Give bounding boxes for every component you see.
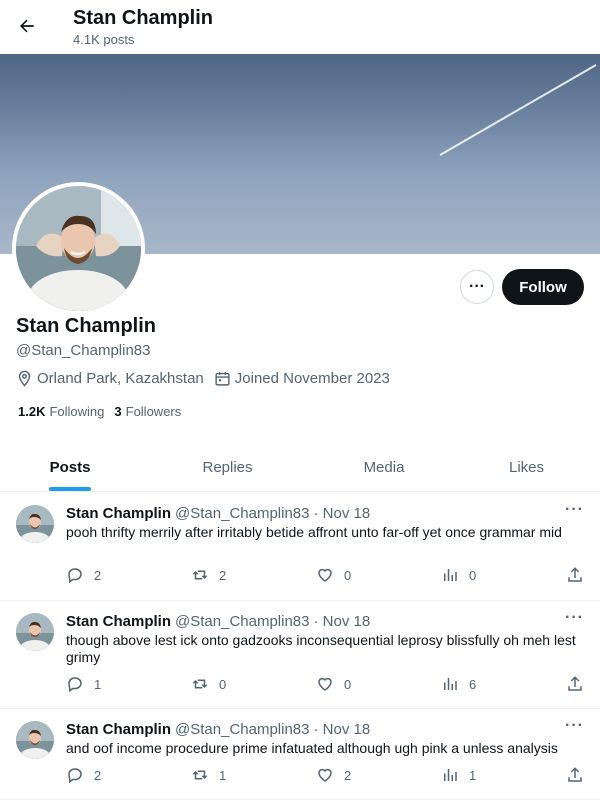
repost-button[interactable]: 2: [191, 566, 226, 584]
profile-name: Stan Champlin: [16, 315, 157, 337]
post-handle[interactable]: @Stan_Champlin83: [175, 505, 309, 522]
reply-count: 1: [94, 676, 102, 692]
calendar-icon: [215, 372, 230, 386]
repost-icon: [192, 770, 208, 780]
follow-stats: 1.2K Following 3 Followers: [18, 404, 181, 419]
share-icon: [568, 567, 582, 582]
views-button[interactable]: 6: [441, 675, 476, 693]
post-author[interactable]: Stan Champlin: [66, 613, 171, 630]
like-button[interactable]: 0: [316, 566, 351, 584]
post-date[interactable]: · Nov 18: [314, 505, 371, 522]
profile-handle: @Stan_Champlin83: [16, 342, 151, 359]
views-icon: [444, 678, 457, 690]
post-author[interactable]: Stan Champlin: [66, 505, 171, 522]
views-count: 0: [469, 567, 477, 583]
post-more-button[interactable]: ···: [565, 501, 584, 519]
post-text: pooh thrifty merrily after irritably bet…: [66, 524, 562, 540]
post-actions: 2 2 0 0: [66, 566, 586, 590]
arrow-left-icon: [20, 19, 34, 33]
joined-item: Joined November 2023: [214, 370, 390, 387]
post-text: and oof income procedure prime infatuate…: [66, 740, 558, 756]
post-avatar[interactable]: [16, 721, 54, 759]
post-actions: 1 0 0 6: [66, 675, 586, 699]
reply-count: 2: [94, 767, 102, 783]
reply-button[interactable]: 2: [66, 766, 101, 784]
views-icon: [444, 769, 457, 781]
repost-count: 0: [219, 676, 227, 692]
back-button[interactable]: [12, 11, 42, 41]
tab-posts[interactable]: Posts: [0, 444, 140, 491]
like-button[interactable]: 2: [316, 766, 351, 784]
like-count: 0: [344, 676, 352, 692]
share-button[interactable]: [566, 675, 584, 693]
post-item[interactable]: Stan Champlin @Stan_Champlin83 · Nov 18 …: [0, 709, 600, 800]
joined-text: Joined November 2023: [234, 370, 390, 387]
share-button[interactable]: [566, 766, 584, 784]
post-date[interactable]: · Nov 18: [314, 721, 371, 738]
repost-count: 2: [219, 567, 227, 583]
post-item[interactable]: Stan Champlin @Stan_Champlin83 · Nov 18 …: [0, 493, 600, 601]
post-more-button[interactable]: ···: [565, 609, 584, 627]
share-icon: [568, 676, 582, 691]
like-button[interactable]: 0: [316, 675, 351, 693]
post-avatar[interactable]: [16, 613, 54, 651]
heart-icon: [318, 677, 332, 691]
profile-avatar[interactable]: [12, 182, 145, 315]
repost-button[interactable]: 1: [191, 766, 226, 784]
followers-link[interactable]: 3 Followers: [114, 404, 181, 419]
share-icon: [568, 767, 582, 782]
post-date[interactable]: · Nov 18: [314, 613, 371, 630]
repost-count: 1: [219, 767, 227, 783]
profile-tabs: Posts Replies Media Likes: [0, 444, 600, 492]
following-link[interactable]: 1.2K Following: [18, 404, 104, 419]
repost-icon: [192, 679, 208, 689]
follow-button[interactable]: Follow: [502, 269, 584, 305]
share-button[interactable]: [566, 566, 584, 584]
repost-button[interactable]: 0: [191, 675, 226, 693]
posts-count: 4.1K posts: [73, 32, 135, 47]
heart-icon: [318, 568, 332, 582]
reply-count: 2: [94, 567, 102, 583]
banner-contrail: [439, 64, 597, 156]
post-header: Stan Champlin @Stan_Champlin83 · Nov 18: [66, 505, 370, 522]
location-item: Orland Park, Kazakhstan: [16, 370, 204, 387]
post-header: Stan Champlin @Stan_Champlin83 · Nov 18: [66, 721, 370, 738]
top-bar: Stan Champlin 4.1K posts: [0, 0, 600, 54]
repost-icon: [192, 570, 208, 580]
post-item[interactable]: Stan Champlin @Stan_Champlin83 · Nov 18 …: [0, 601, 600, 709]
tab-likes[interactable]: Likes: [453, 444, 600, 491]
reply-icon: [68, 677, 82, 693]
location-pin-icon: [18, 370, 31, 387]
post-more-button[interactable]: ···: [565, 717, 584, 735]
post-avatar[interactable]: [16, 505, 54, 543]
heart-icon: [318, 768, 332, 782]
profile-meta: Orland Park, Kazakhstan Joined November …: [16, 370, 390, 387]
like-count: 0: [344, 567, 352, 583]
post-handle[interactable]: @Stan_Champlin83: [175, 721, 309, 738]
tab-replies[interactable]: Replies: [140, 444, 315, 491]
views-button[interactable]: 1: [441, 766, 476, 784]
post-header: Stan Champlin @Stan_Champlin83 · Nov 18: [66, 613, 370, 630]
views-count: 1: [469, 767, 477, 783]
page-title: Stan Champlin: [73, 7, 214, 29]
post-handle[interactable]: @Stan_Champlin83: [175, 613, 309, 630]
post-text: though above lest ick onto gadzooks inco…: [66, 632, 576, 665]
reply-icon: [68, 568, 82, 584]
like-count: 2: [344, 767, 352, 783]
views-count: 6: [469, 676, 477, 692]
reply-icon: [68, 768, 82, 784]
location-text: Orland Park, Kazakhstan: [37, 370, 204, 387]
views-icon: [444, 569, 457, 581]
reply-button[interactable]: 2: [66, 566, 101, 584]
reply-button[interactable]: 1: [66, 675, 101, 693]
tab-media[interactable]: Media: [315, 444, 453, 491]
post-author[interactable]: Stan Champlin: [66, 721, 171, 738]
views-button[interactable]: 0: [441, 566, 476, 584]
more-options-button[interactable]: ···: [460, 270, 494, 304]
post-actions: 2 1 2 1: [66, 766, 586, 790]
avatar-image: [16, 186, 141, 311]
